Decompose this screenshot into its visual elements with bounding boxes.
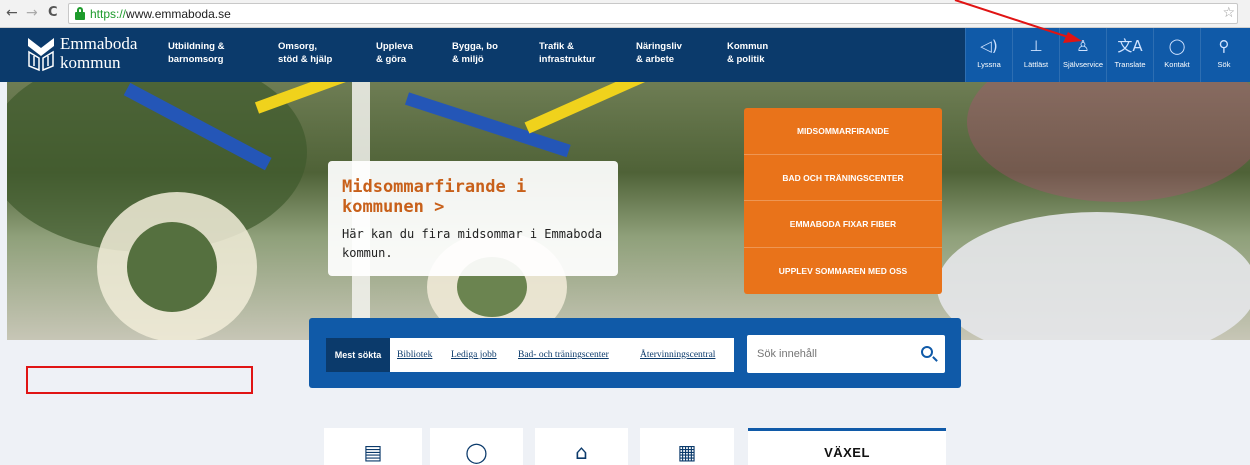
user-icon: ♙ bbox=[1076, 37, 1090, 55]
quick-link-bibliotek[interactable]: Bibliotek bbox=[397, 338, 432, 372]
tile-home[interactable]: ⌂ bbox=[535, 428, 628, 465]
hero-card[interactable]: Midsommarfirande i kommunen > Här kan du… bbox=[328, 161, 618, 276]
promo-item-sommar[interactable]: UPPLEV SOMMAREN MED OSS bbox=[744, 248, 942, 295]
promo-item-midsommar[interactable]: MIDSOMMARFIRANDE bbox=[744, 108, 942, 155]
utility-nav: ◁) Lyssna ⊥ Lättläst ♙ Självservice 文A T… bbox=[965, 28, 1250, 82]
reload-button[interactable]: C bbox=[48, 5, 58, 20]
calendar-icon: ▦ bbox=[677, 440, 697, 464]
url-text: https://www.emmaboda.se bbox=[90, 7, 231, 21]
map-pin-icon: ◯ bbox=[465, 440, 488, 464]
search-panel: Mest sökta Bibliotek Lediga jobb Bad- oc… bbox=[309, 318, 961, 388]
crest-icon bbox=[28, 38, 54, 72]
hero-title[interactable]: Midsommarfirande i kommunen > bbox=[342, 177, 604, 217]
quick-links: Mest sökta Bibliotek Lediga jobb Bad- oc… bbox=[326, 338, 734, 372]
hero-image bbox=[7, 82, 1250, 340]
open-book-icon: ▤ bbox=[363, 440, 383, 464]
speaker-icon: ◁) bbox=[980, 37, 998, 55]
forward-button[interactable]: → bbox=[26, 5, 38, 21]
address-bar[interactable]: https://www.emmaboda.se ☆ bbox=[68, 3, 1238, 24]
util-lattlast[interactable]: ⊥ Lättläst bbox=[1012, 28, 1059, 82]
search-input[interactable] bbox=[747, 335, 917, 373]
page: ← → C https://www.emmaboda.se ☆ Emmaboda… bbox=[0, 0, 1250, 465]
tile-pin[interactable]: ◯ bbox=[430, 428, 523, 465]
site-header: Emmaboda kommun Utbildning & barnomsorg O… bbox=[0, 28, 1250, 82]
bookmark-star-icon[interactable]: ☆ bbox=[1222, 5, 1235, 21]
nav-item-utbildning[interactable]: Utbildning & barnomsorg bbox=[168, 40, 268, 66]
util-sjalvservice[interactable]: ♙ Självservice bbox=[1059, 28, 1106, 82]
vaxel-label: VÄXEL bbox=[824, 445, 870, 460]
site-logo[interactable]: Emmaboda kommun bbox=[26, 34, 161, 76]
annotation-box bbox=[26, 366, 253, 394]
tile-vaxel[interactable]: VÄXEL bbox=[748, 428, 946, 465]
easy-read-icon: ⊥ bbox=[1029, 37, 1043, 55]
nav-item-kommun[interactable]: Kommun & politik bbox=[727, 40, 827, 66]
util-sok[interactable]: ⚲ Sök bbox=[1200, 28, 1247, 82]
browser-chrome: ← → C https://www.emmaboda.se ☆ bbox=[0, 0, 1250, 28]
search-icon: ⚲ bbox=[1218, 37, 1230, 55]
logo-line1: Emmaboda bbox=[60, 34, 138, 53]
home-icon: ⌂ bbox=[575, 440, 588, 464]
promo-item-fiber[interactable]: EMMABODA FIXAR FIBER bbox=[744, 201, 942, 248]
quick-link-atervinning[interactable]: Återvinningscentral bbox=[640, 338, 715, 372]
search-icon[interactable] bbox=[921, 346, 933, 358]
chat-icon: ◯ bbox=[1168, 37, 1186, 55]
tile-book[interactable]: ▤ bbox=[324, 428, 422, 465]
lock-icon bbox=[75, 7, 85, 20]
quick-links-label: Mest sökta bbox=[326, 338, 390, 372]
tile-calendar[interactable]: ▦ bbox=[640, 428, 734, 465]
util-lyssna[interactable]: ◁) Lyssna bbox=[965, 28, 1012, 82]
nav-item-omsorg[interactable]: Omsorg, stöd & hjälp bbox=[278, 40, 378, 66]
quick-link-lediga-jobb[interactable]: Lediga jobb bbox=[451, 338, 497, 372]
nav-item-naringsliv[interactable]: Näringsliv & arbete bbox=[636, 40, 736, 66]
util-kontakt[interactable]: ◯ Kontakt bbox=[1153, 28, 1200, 82]
back-button[interactable]: ← bbox=[6, 5, 18, 21]
hero-text: Här kan du fira midsommar i Emmaboda kom… bbox=[342, 227, 603, 260]
translate-icon: 文A bbox=[1117, 37, 1143, 55]
promo-menu: MIDSOMMARFIRANDE BAD OCH TRÄNINGSCENTER … bbox=[744, 108, 942, 294]
util-translate[interactable]: 文A Translate bbox=[1106, 28, 1153, 82]
nav-item-bygga[interactable]: Bygga, bo & miljö bbox=[452, 40, 552, 66]
quick-link-bad[interactable]: Bad- och träningscenter bbox=[518, 338, 609, 372]
nav-item-trafik[interactable]: Trafik & infrastruktur bbox=[539, 40, 639, 66]
promo-item-bad[interactable]: BAD OCH TRÄNINGSCENTER bbox=[744, 155, 942, 201]
logo-line2: kommun bbox=[60, 53, 121, 72]
search-box bbox=[747, 335, 945, 373]
